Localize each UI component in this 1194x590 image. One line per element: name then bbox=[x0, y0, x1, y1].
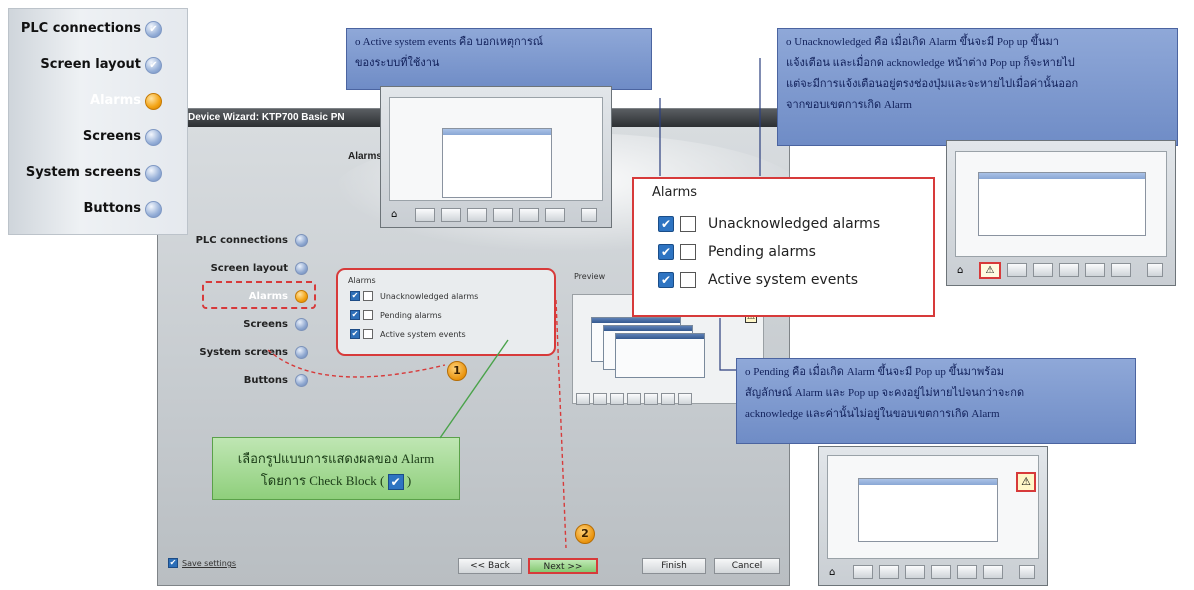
arrow-alarms-to-options bbox=[267, 349, 446, 378]
arrow-options-to-next bbox=[555, 299, 567, 549]
arrow-note-to-options bbox=[439, 339, 509, 439]
connector-pending bbox=[719, 318, 736, 371]
annotation-connectors bbox=[267, 58, 761, 549]
